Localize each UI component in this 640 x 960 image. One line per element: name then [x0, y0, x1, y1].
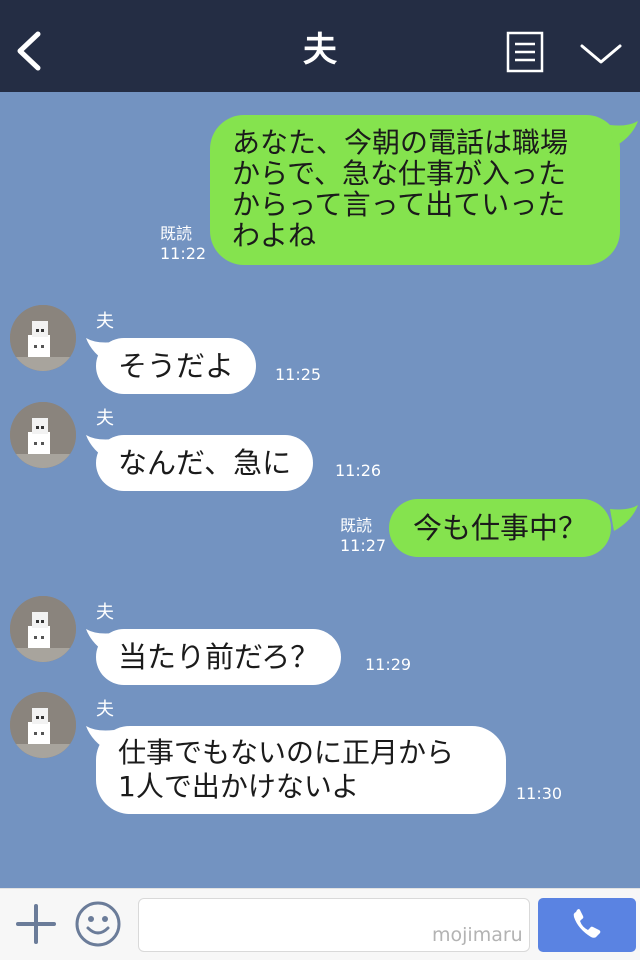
message-time: 11:26 [335, 461, 382, 480]
sender-name: 夫 [96, 602, 114, 623]
back-icon[interactable] [10, 28, 50, 74]
message-text: 今も仕事中？ [413, 511, 588, 545]
chat-area[interactable]: あなた、今朝の電話は職場 からで、急な仕事が入った からって言って出ていった わ… [0, 92, 640, 888]
avatar-image [10, 402, 76, 468]
avatar[interactable] [10, 596, 76, 662]
sender-name: 夫 [96, 699, 114, 720]
outgoing-message[interactable]: 今も仕事中？ [389, 499, 612, 557]
message-text: なんだ、急に [118, 446, 292, 480]
sender-name: 夫 [96, 311, 114, 332]
avatar[interactable] [10, 305, 76, 371]
bubble-tail [610, 121, 638, 147]
message-time: 11:22 [160, 244, 207, 263]
avatar[interactable] [10, 692, 76, 758]
message-line: 仕事でもないのに正月から [118, 736, 455, 769]
notes-icon[interactable] [506, 31, 544, 73]
bubble-tail [610, 505, 638, 531]
read-receipt: 既読 [340, 516, 373, 535]
call-button[interactable] [538, 898, 636, 952]
message-text: 当たり前だろ？ [118, 640, 320, 674]
message-line: からって言って出ていった [232, 188, 566, 221]
sender-name: 夫 [96, 408, 114, 429]
incoming-message[interactable]: 仕事でもないのに正月から 1人で出かけないよ [96, 726, 506, 814]
avatar-image [10, 692, 76, 758]
chat-header [0, 0, 640, 92]
read-receipt: 既読 [160, 224, 193, 243]
message-line: 1人で出かけないよ [118, 770, 360, 803]
avatar-image [10, 596, 76, 662]
avatar-image [10, 305, 76, 371]
phone-icon [573, 909, 601, 938]
message-line: からで、急な仕事が入った [232, 157, 567, 190]
message-time: 11:27 [340, 536, 387, 555]
incoming-message[interactable]: 当たり前だろ？ [96, 629, 342, 685]
message-time: 11:29 [365, 655, 412, 674]
chevron-down-icon[interactable] [578, 38, 624, 68]
message-text: そうだよ [118, 349, 235, 383]
message-time: 11:30 [516, 784, 563, 803]
message-line: わよね [232, 219, 317, 252]
smile-icon[interactable] [74, 900, 122, 948]
avatar[interactable] [10, 402, 76, 468]
incoming-message[interactable]: なんだ、急に [96, 435, 314, 491]
outgoing-message[interactable]: あなた、今朝の電話は職場 からで、急な仕事が入った からって言って出ていった わ… [210, 115, 620, 265]
message-line: あなた、今朝の電話は職場 [232, 126, 569, 159]
watermark: mojimaru [432, 924, 523, 946]
incoming-message[interactable]: そうだよ [96, 338, 257, 394]
plus-icon[interactable] [14, 902, 58, 946]
message-time: 11:25 [275, 365, 322, 384]
